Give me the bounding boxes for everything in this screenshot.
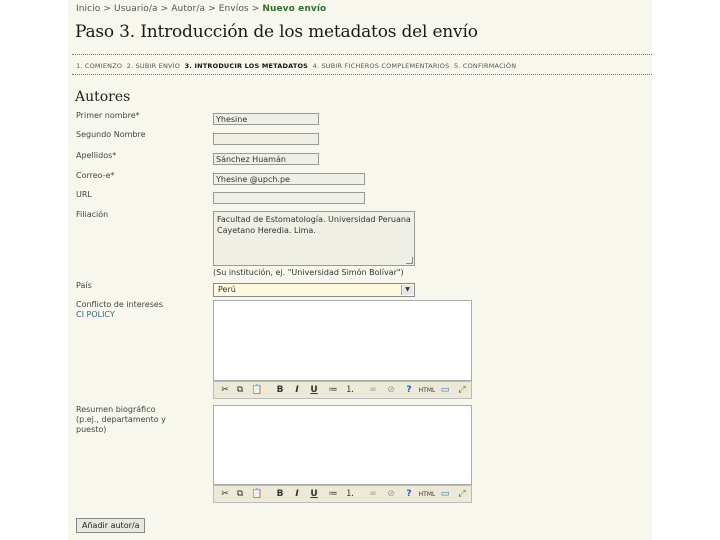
- step-3-current: 3. INTRODUCIR LOS METADATOS: [184, 62, 309, 70]
- divider: [72, 74, 652, 75]
- affiliation-hint: (Su institución, ej. "Universidad Simón …: [213, 268, 404, 277]
- affiliation-text: Facultad de Estomatología. Universidad P…: [217, 215, 411, 235]
- italic-button[interactable]: I: [292, 488, 302, 501]
- underline-button[interactable]: U: [309, 384, 319, 397]
- page-title: Paso 3. Introducción de los metadatos de…: [75, 22, 478, 42]
- middle-name-field[interactable]: [213, 133, 319, 145]
- step-navigation: 1. COMIENZO 2. SUBIR ENVÍO 3. INTRODUCIR…: [76, 62, 516, 70]
- affiliation-label: Filiación: [76, 210, 109, 219]
- add-author-button[interactable]: Añadir autor/a: [76, 518, 146, 533]
- middle-name-label: Segundo Nombre: [76, 130, 146, 139]
- conflict-editor-toolbar: ✂ ⧉ 📋 B I U ≔ ⒈ ∞ ⊘ ? HTML ▭ ⤢: [213, 381, 472, 399]
- fullscreen-icon[interactable]: ⤢: [455, 384, 469, 397]
- dropdown-arrow-icon[interactable]: ▼: [401, 285, 413, 295]
- bullet-list-icon[interactable]: ≔: [327, 384, 339, 397]
- unlink-icon[interactable]: ⊘: [385, 488, 397, 501]
- link-icon[interactable]: ∞: [367, 488, 379, 501]
- breadcrumb-home[interactable]: Inicio: [76, 4, 100, 14]
- affiliation-textarea[interactable]: Facultad de Estomatología. Universidad P…: [213, 211, 415, 266]
- image-icon[interactable]: ▭: [439, 384, 451, 397]
- step-2-link[interactable]: 2. SUBIR ENVÍO: [127, 62, 180, 70]
- fullscreen-icon[interactable]: ⤢: [455, 488, 469, 501]
- bold-button[interactable]: B: [275, 384, 285, 397]
- step-1-link[interactable]: 1. COMIENZO: [76, 62, 122, 70]
- email-field[interactable]: Yhesine @upch.pe: [213, 173, 365, 185]
- breadcrumb-separator: >: [251, 4, 260, 14]
- help-icon[interactable]: ?: [403, 488, 415, 501]
- breadcrumb: Inicio > Usuario/a > Autor/a > Envíos > …: [76, 4, 326, 14]
- copy-icon[interactable]: ⧉: [234, 384, 246, 397]
- italic-button[interactable]: I: [292, 384, 302, 397]
- link-icon[interactable]: ∞: [367, 384, 379, 397]
- breadcrumb-separator: >: [208, 4, 216, 14]
- bio-label-line: (p.ej., departamento y: [76, 415, 166, 424]
- stage: Inicio > Usuario/a > Autor/a > Envíos > …: [0, 0, 720, 540]
- unlink-icon[interactable]: ⊘: [385, 384, 397, 397]
- breadcrumb-user[interactable]: Usuario/a: [114, 4, 158, 14]
- bio-label: Resumen biográfico (p.ej., departamento …: [76, 405, 166, 435]
- country-label: País: [76, 281, 92, 290]
- country-selected-value: Perú: [218, 285, 236, 294]
- breadcrumb-submissions[interactable]: Envíos: [219, 4, 249, 14]
- ci-policy-link[interactable]: CI POLICY: [76, 310, 115, 319]
- first-name-field[interactable]: Yhesine: [213, 113, 319, 125]
- first-name-label: Primer nombre*: [76, 111, 140, 120]
- divider: [72, 54, 652, 55]
- image-icon[interactable]: ▭: [439, 488, 451, 501]
- resize-handle-icon[interactable]: [406, 257, 413, 264]
- paste-icon[interactable]: 📋: [250, 384, 264, 397]
- html-button[interactable]: HTML: [417, 488, 437, 501]
- bio-editor[interactable]: [213, 405, 472, 485]
- copy-icon[interactable]: ⧉: [234, 488, 246, 501]
- numbered-list-icon[interactable]: ⒈: [344, 384, 356, 397]
- last-name-label: Apellidos*: [76, 151, 117, 160]
- step-4-link[interactable]: 4. SUBIR FICHEROS COMPLEMENTARIOS: [313, 62, 450, 70]
- last-name-field[interactable]: Sánchez Huamán: [213, 153, 319, 165]
- underline-button[interactable]: U: [309, 488, 319, 501]
- country-select[interactable]: Perú ▼: [213, 283, 415, 297]
- bullet-list-icon[interactable]: ≔: [327, 488, 339, 501]
- breadcrumb-current[interactable]: Nuevo envío: [262, 4, 326, 14]
- breadcrumb-separator: >: [160, 4, 169, 14]
- conflict-editor[interactable]: [213, 300, 472, 381]
- url-field[interactable]: [213, 192, 365, 204]
- html-button[interactable]: HTML: [417, 384, 437, 397]
- numbered-list-icon[interactable]: ⒈: [344, 488, 356, 501]
- cut-icon[interactable]: ✂: [219, 488, 231, 501]
- url-label: URL: [76, 190, 92, 199]
- cut-icon[interactable]: ✂: [219, 384, 231, 397]
- bio-label-line: Resumen biográfico: [76, 405, 156, 414]
- bio-label-line: puesto): [76, 425, 107, 434]
- step-5-link[interactable]: 5. CONFIRMACIÓN: [454, 62, 516, 70]
- paste-icon[interactable]: 📋: [250, 488, 264, 501]
- section-title: Autores: [75, 89, 131, 105]
- bold-button[interactable]: B: [275, 488, 285, 501]
- help-icon[interactable]: ?: [403, 384, 415, 397]
- email-label: Correo-e*: [76, 171, 115, 180]
- breadcrumb-separator: >: [103, 4, 112, 14]
- bio-editor-toolbar: ✂ ⧉ 📋 B I U ≔ ⒈ ∞ ⊘ ? HTML ▭ ⤢: [213, 485, 472, 503]
- breadcrumb-author[interactable]: Autor/a: [171, 4, 205, 14]
- conflict-label: Conflicto de intereses: [76, 300, 163, 309]
